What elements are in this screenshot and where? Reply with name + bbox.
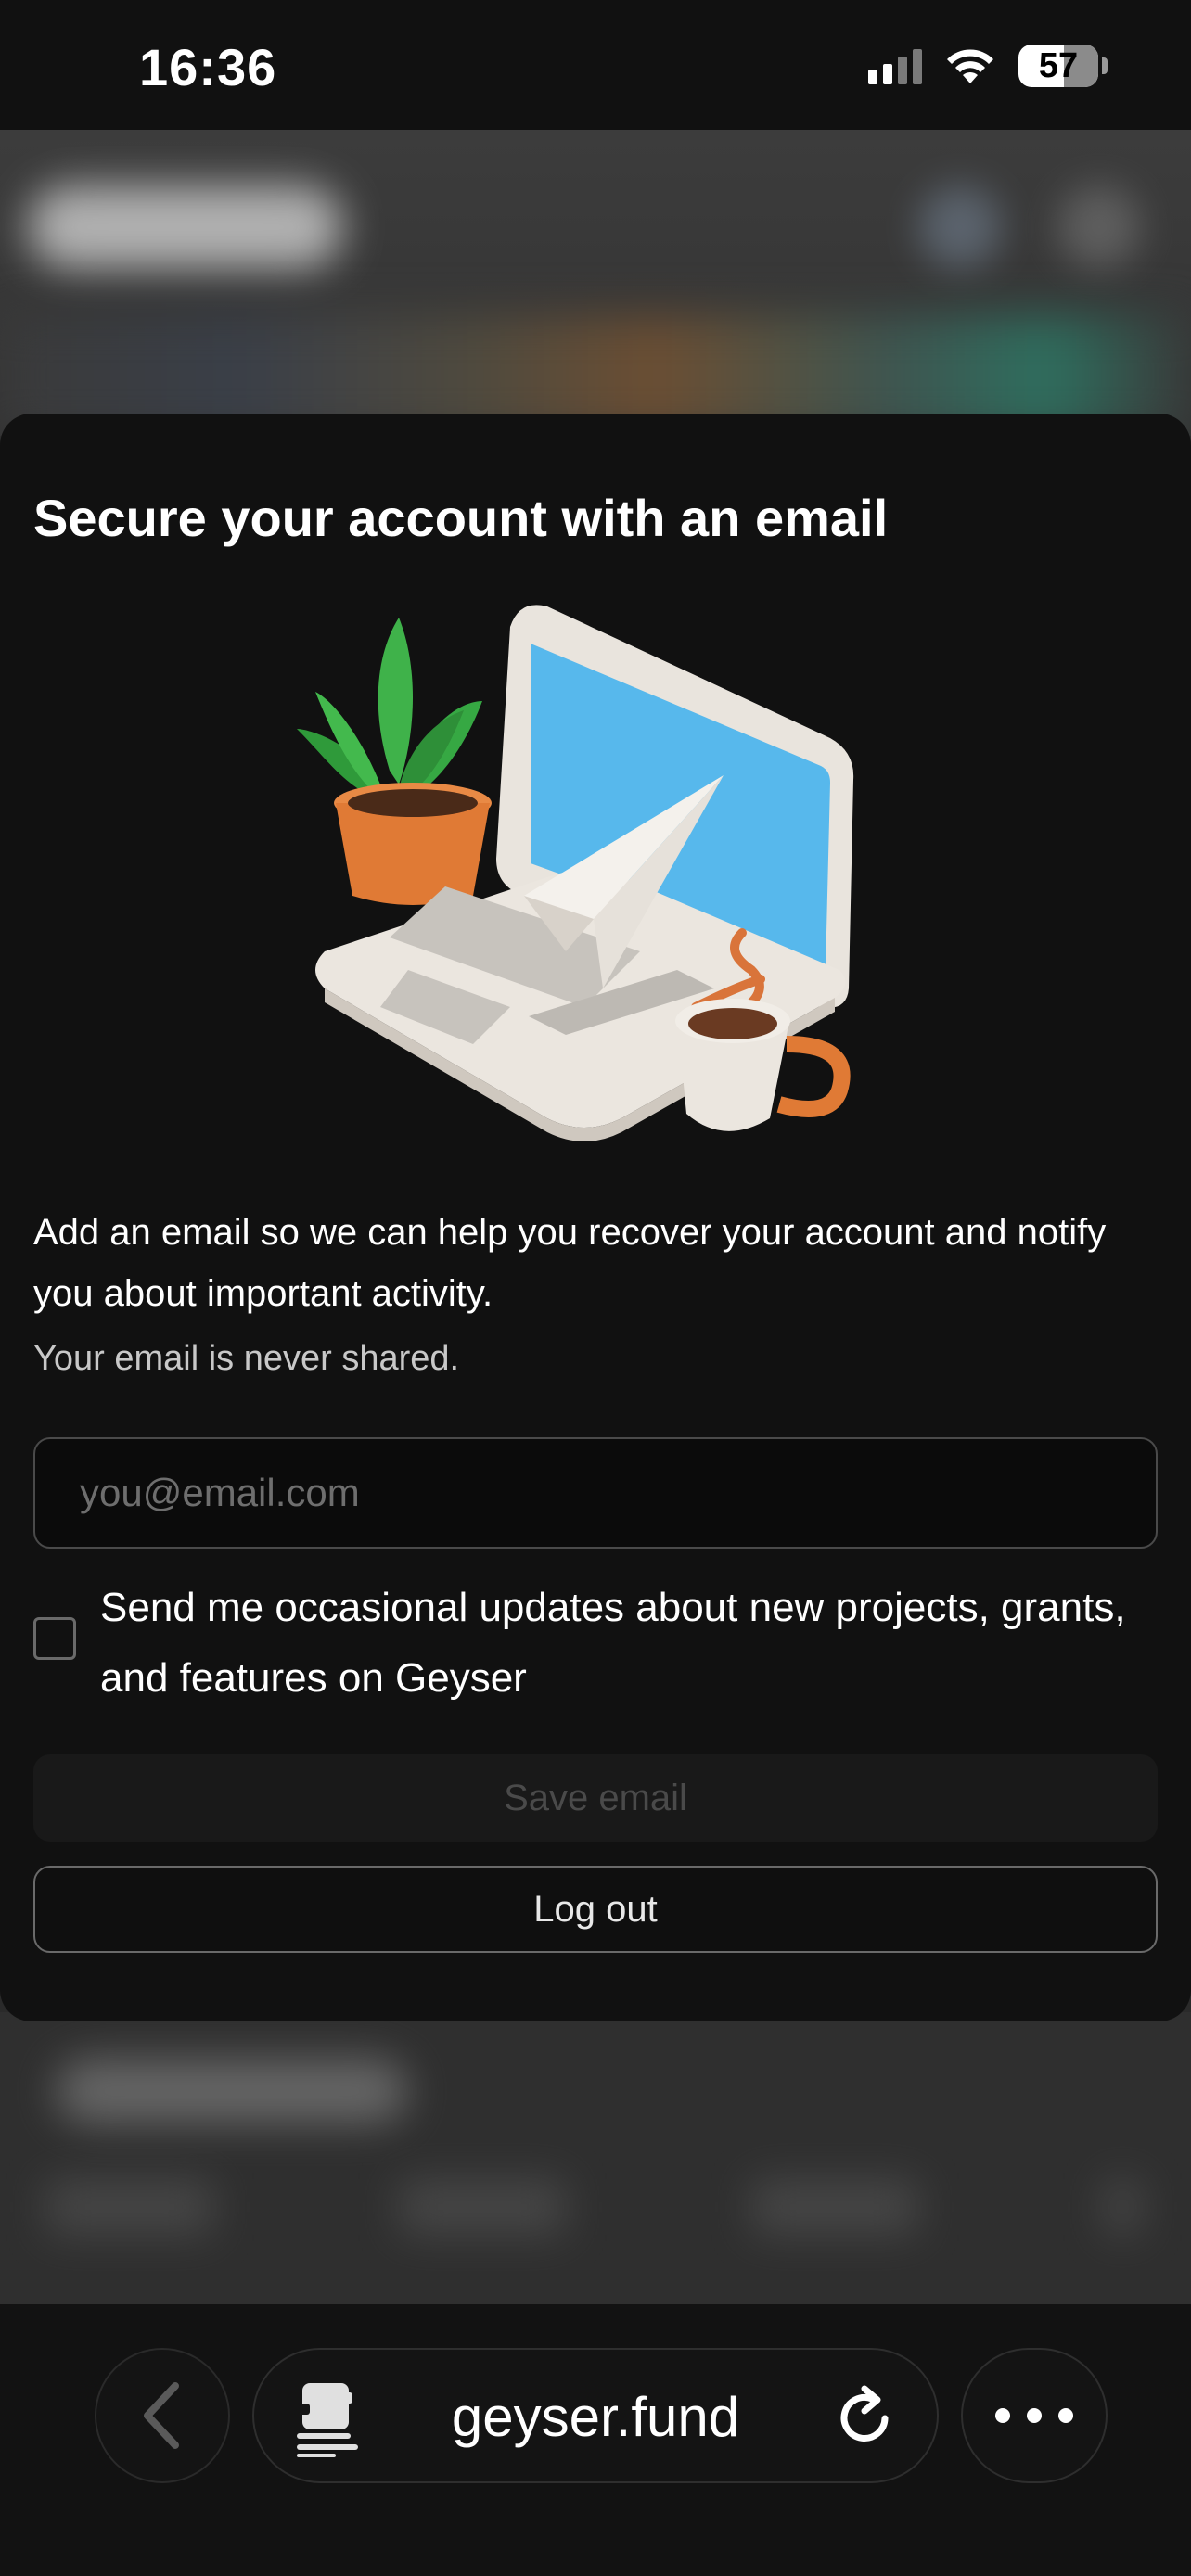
laptop-illustration [297, 605, 854, 1141]
status-bar: 16:36 57 [0, 0, 1191, 130]
email-modal: Secure your account with an email Add an… [0, 414, 1191, 2021]
more-icon-dot [995, 2408, 1010, 2423]
page: 16:36 57 Secure your account with an ema… [0, 0, 1191, 2576]
battery-icon: 57 [1018, 45, 1108, 87]
blurred-tabs [46, 2179, 1141, 2235]
wifi-icon [947, 49, 993, 83]
back-button[interactable] [95, 2348, 230, 2483]
blurred-heading [56, 2059, 408, 2123]
blurred-content [0, 2012, 1191, 2304]
privacy-note: Your email is never shared. [33, 1339, 460, 1378]
email-input[interactable] [33, 1437, 1158, 1549]
battery-level: 57 [1038, 45, 1079, 85]
updates-checkbox-row[interactable]: Send me occasional updates about new pro… [33, 1573, 1158, 1721]
browser-toolbar: geyser.fund [0, 2304, 1191, 2576]
status-icons: 57 [868, 45, 1108, 87]
updates-checkbox-label[interactable]: Send me occasional updates about new pro… [100, 1573, 1139, 1714]
signal-icon [868, 47, 922, 84]
updates-checkbox[interactable] [33, 1617, 76, 1660]
reload-icon[interactable] [833, 2385, 900, 2452]
more-icon-dot [1058, 2408, 1073, 2423]
back-arrow-icon [144, 2382, 179, 2449]
modal-description: Add an email so we can help you recover … [33, 1212, 1107, 1314]
more-icon-dot [1027, 2408, 1042, 2423]
status-time: 16:36 [139, 38, 277, 96]
blurred-header-button [918, 185, 1002, 269]
blurred-header-button [1057, 185, 1141, 269]
save-email-button[interactable]: Save email [33, 1754, 1158, 1842]
logout-button[interactable]: Log out [33, 1866, 1158, 1953]
more-button[interactable] [961, 2348, 1108, 2483]
modal-title: Secure your account with an email [33, 489, 889, 547]
address-bar[interactable]: geyser.fund [252, 2348, 939, 2483]
blurred-logo [28, 185, 343, 269]
